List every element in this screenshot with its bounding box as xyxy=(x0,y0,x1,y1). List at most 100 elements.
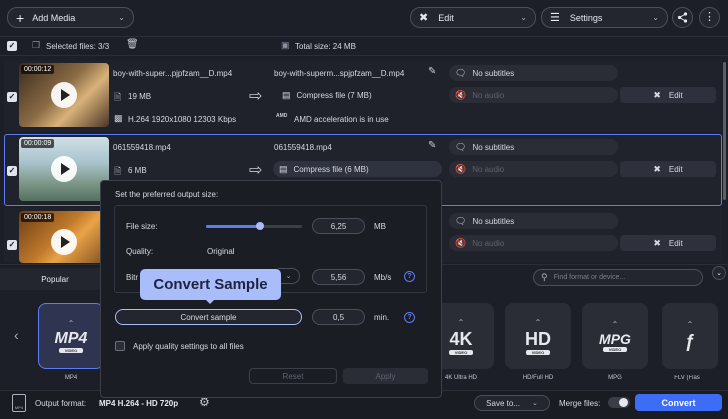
play-icon[interactable] xyxy=(51,156,77,182)
tab-popular[interactable]: Popular xyxy=(0,268,110,290)
bitrate-value: 5,56 xyxy=(330,272,347,282)
share-button[interactable] xyxy=(672,7,693,28)
subtitles-dropdown[interactable]: 🗨 No subtitles xyxy=(449,213,618,229)
sliders-icon: ☰ xyxy=(550,12,560,24)
scroll-left-arrow[interactable]: ‹ xyxy=(14,327,19,343)
convert-sample-button[interactable]: Convert sample xyxy=(115,309,302,325)
more-menu-button[interactable]: ⋮ xyxy=(699,7,720,28)
popup-heading: Set the preferred output size: xyxy=(115,190,219,199)
audio-dropdown[interactable]: 🔇 No audio xyxy=(449,161,618,177)
play-icon[interactable] xyxy=(51,82,77,108)
source-size: 19 MB xyxy=(128,92,152,101)
audio-dropdown[interactable]: 🔇 No audio xyxy=(449,87,618,103)
amd-acceleration-status: AMD acceleration is in use xyxy=(294,115,389,124)
file-size-slider-thumb[interactable] xyxy=(255,222,264,230)
format-mp4[interactable]: ⌃ MP4 VIDEO xyxy=(38,303,104,369)
duration-badge: 00:00:18 xyxy=(21,213,55,222)
chevron-down-icon: ⌄ xyxy=(118,13,125,22)
format-label: FLV (Flas xyxy=(674,375,700,381)
search-icon: ⚲ xyxy=(541,272,548,282)
4k-icon: 4K xyxy=(449,328,473,349)
bitrate-label: Bitr xyxy=(126,273,138,282)
selected-files-count: Selected files: 3/3 xyxy=(46,42,110,51)
apply-button-label: Apply xyxy=(375,371,396,381)
bitrate-input[interactable]: 5,56 xyxy=(312,269,365,285)
mpg-icon: MPG xyxy=(599,331,631,347)
hd-icon-sub: VIDEO xyxy=(525,349,551,355)
mp4-icon: MP4 xyxy=(54,330,88,347)
edit-button[interactable]: ✖ Edit xyxy=(620,235,716,251)
merge-files-toggle[interactable] xyxy=(608,397,630,408)
convert-arrow-icon: ⇨ xyxy=(249,88,263,105)
convert-button-label: Convert xyxy=(661,397,696,408)
file-icon: 🗎 xyxy=(114,166,122,176)
collapse-panel-button[interactable]: ⌄ xyxy=(712,266,726,280)
amd-logo: AMD xyxy=(276,113,288,119)
source-filename: 061559418.mp4 xyxy=(113,143,171,152)
file-checkbox[interactable]: ✓ xyxy=(7,240,17,250)
bitrate-mode-dropdown[interactable]: ⌄ xyxy=(278,268,300,284)
subtitles-dropdown[interactable]: 🗨 No subtitles xyxy=(449,139,618,155)
sample-length-unit: min. xyxy=(374,313,390,322)
subtitles-dropdown[interactable]: 🗨 No subtitles xyxy=(449,65,618,81)
file-size-unit: MB xyxy=(374,222,386,231)
rename-pencil-icon[interactable]: ✎ xyxy=(428,66,436,77)
tools-icon: ✖ xyxy=(419,12,429,24)
video-info-icon: ▩ xyxy=(114,113,123,123)
tools-icon: ✖ xyxy=(653,237,661,248)
rename-pencil-icon[interactable]: ✎ xyxy=(428,140,436,151)
compress-dropdown[interactable]: ▤ Compress file (7 MB) xyxy=(276,87,439,103)
format-expand-icon: ⌃ xyxy=(67,319,75,328)
format-expand-icon: ⌃ xyxy=(611,320,619,329)
format-mpg[interactable]: ⌃ MPG VIDEO xyxy=(582,303,648,369)
bitrate-help-icon[interactable]: ? xyxy=(404,271,415,282)
apply-button[interactable]: Apply xyxy=(343,368,428,384)
file-size-slider[interactable] xyxy=(206,222,302,230)
edit-button[interactable]: ✖ Edit xyxy=(620,87,716,103)
save-to-label: Save to... xyxy=(486,398,520,408)
quality-value: Original xyxy=(207,247,235,256)
select-all-checkbox[interactable]: ✓ xyxy=(7,41,17,51)
convert-button[interactable]: Convert xyxy=(635,394,722,411)
format-label: MPG xyxy=(608,375,622,381)
format-label: MP4 xyxy=(64,375,78,381)
format-search-input[interactable]: ⚲ Find format or device... xyxy=(533,269,703,286)
add-media-button[interactable]: + Add Media ⌄ xyxy=(7,7,134,28)
file-checkbox[interactable]: ✓ xyxy=(7,92,17,102)
audio-label: No audio xyxy=(472,90,505,100)
compress-label: Compress file (7 MB) xyxy=(296,90,372,100)
compress-dropdown[interactable]: ▤ Compress file (6 MB) xyxy=(273,161,442,177)
sample-help-icon[interactable]: ? xyxy=(404,312,415,323)
chevron-down-icon: ⌄ xyxy=(716,269,722,277)
settings-dropdown[interactable]: ☰ Settings ⌄ xyxy=(541,7,668,28)
video-thumbnail[interactable]: 00:00:09 xyxy=(19,137,109,201)
source-size: 6 MB xyxy=(128,166,147,175)
edit-button-label: Edit xyxy=(668,238,683,248)
apply-all-checkbox[interactable] xyxy=(115,341,125,351)
files-icon: ❐ xyxy=(32,40,41,50)
mp4-icon-sub: VIDEO xyxy=(58,348,84,353)
sample-length-input[interactable]: 0,5 xyxy=(312,309,365,325)
settings-label: Settings xyxy=(569,12,603,23)
format-hd[interactable]: ⌃ HD VIDEO xyxy=(505,303,571,369)
file-checkbox[interactable]: ✓ xyxy=(7,166,17,176)
audio-dropdown[interactable]: 🔇 No audio xyxy=(449,235,618,251)
speaker-muted-icon: 🔇 xyxy=(455,163,467,174)
save-to-dropdown[interactable]: Save to... ⌄ xyxy=(474,395,550,411)
format-search-placeholder: Find format or device... xyxy=(553,274,626,281)
edit-button[interactable]: ✖ Edit xyxy=(620,161,716,177)
video-thumbnail[interactable]: 00:00:12 xyxy=(19,63,109,127)
file-list-scrollbar[interactable] xyxy=(723,62,726,200)
selection-bar xyxy=(0,36,728,56)
tools-icon: ✖ xyxy=(653,89,661,100)
tooltip-pointer xyxy=(205,299,215,304)
play-icon[interactable] xyxy=(51,229,77,255)
video-thumbnail[interactable]: 00:00:18 xyxy=(19,211,109,263)
file-size-input[interactable]: 6,25 xyxy=(312,218,365,234)
merge-toggle-knob xyxy=(619,398,628,407)
reset-button[interactable]: Reset xyxy=(249,368,337,384)
share-icon xyxy=(677,12,688,23)
format-flv[interactable]: ⌃ ƒ xyxy=(662,303,718,369)
delete-icon[interactable]: 🗑 xyxy=(126,39,139,50)
edit-dropdown[interactable]: ✖ Edit ⌄ xyxy=(410,7,536,28)
